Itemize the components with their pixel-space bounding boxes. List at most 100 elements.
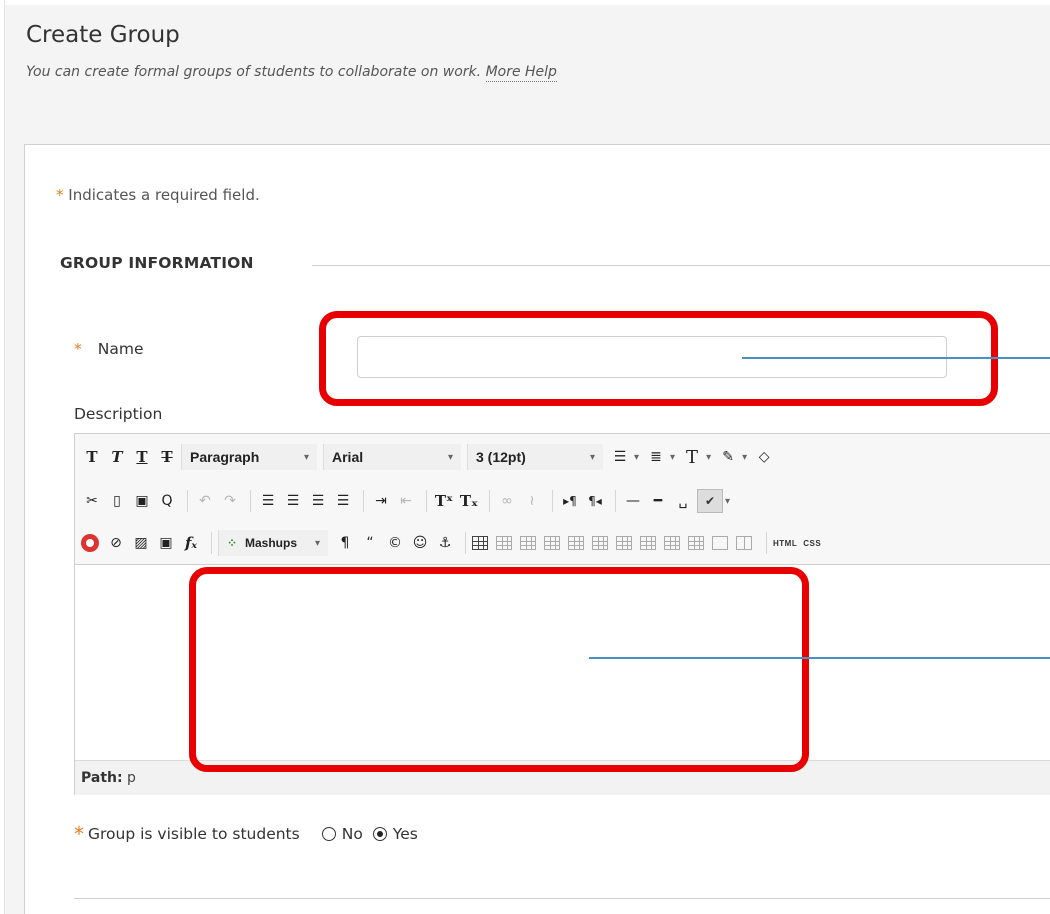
- toolbar-separator: [766, 532, 767, 554]
- section-divider: [312, 265, 1050, 266]
- css-button[interactable]: CSS: [803, 539, 821, 548]
- unordered-list-icon[interactable]: ☰: [609, 444, 631, 470]
- chevron-down-icon: ▾: [589, 451, 595, 463]
- visibility-yes-label[interactable]: Yes: [393, 825, 418, 843]
- table-merge-icon[interactable]: [664, 536, 680, 550]
- highlight-icon[interactable]: ✎: [717, 444, 739, 470]
- chevron-down-icon[interactable]: ▾: [634, 452, 639, 463]
- left-divider: [4, 0, 5, 914]
- strikethrough-icon[interactable]: T: [156, 444, 178, 470]
- anchor-icon[interactable]: ⚓: [434, 530, 456, 556]
- chevron-down-icon[interactable]: ▾: [742, 452, 747, 463]
- chevron-down-icon[interactable]: ▾: [706, 452, 711, 463]
- media-icon[interactable]: ▣: [155, 530, 177, 556]
- visibility-yes-radio[interactable]: [372, 827, 387, 841]
- visibility-no-radio[interactable]: [321, 827, 336, 841]
- toolbar-separator: [552, 490, 553, 512]
- toolbar-separator: [465, 532, 466, 554]
- copyright-icon[interactable]: ©: [384, 530, 406, 556]
- table-split-icon[interactable]: [640, 536, 656, 550]
- table-delete-row-icon[interactable]: [544, 536, 560, 550]
- nonbreaking-space-icon[interactable]: ␣: [672, 488, 694, 514]
- outdent-icon[interactable]: ⇤: [395, 488, 417, 514]
- align-right-icon[interactable]: ☰: [307, 488, 329, 514]
- chevron-down-icon[interactable]: ▾: [670, 452, 675, 463]
- chevron-down-icon: ▾: [303, 451, 309, 463]
- page-subtitle: You can create formal groups of students…: [26, 64, 557, 82]
- unlink-icon[interactable]: ≀: [521, 488, 543, 514]
- justify-icon[interactable]: ☰: [332, 488, 354, 514]
- font-select[interactable]: Arial ▾: [323, 444, 461, 470]
- bold-icon[interactable]: T: [81, 444, 103, 470]
- name-label-text: Name: [97, 340, 144, 358]
- thick-rule-icon[interactable]: ━: [647, 488, 669, 514]
- size-select[interactable]: 3 (12pt) ▾: [467, 444, 603, 470]
- redo-icon[interactable]: ↷: [219, 488, 241, 514]
- link-icon[interactable]: ∞: [496, 488, 518, 514]
- underline-icon[interactable]: T: [131, 444, 153, 470]
- cut-icon[interactable]: ✂: [81, 488, 103, 514]
- table-col-props-icon[interactable]: [736, 536, 752, 550]
- paragraph-icon[interactable]: ¶: [334, 530, 356, 556]
- table-cell-props-icon[interactable]: [688, 536, 704, 550]
- toolbar-separator: [250, 490, 251, 512]
- eraser-icon[interactable]: ◇: [753, 444, 775, 470]
- quote-icon[interactable]: “: [359, 530, 381, 556]
- math-icon[interactable]: fₓ: [180, 530, 202, 556]
- copy-icon[interactable]: ▯: [106, 488, 128, 514]
- attachment-icon[interactable]: ⊘: [105, 530, 127, 556]
- chevron-down-icon: ▾: [447, 451, 453, 463]
- mashups-select[interactable]: ⁘ Mashups ▾: [218, 530, 328, 556]
- clear-format-icon[interactable]: Tₓ: [458, 488, 480, 514]
- find-icon[interactable]: Q: [156, 488, 178, 514]
- table-row-before-icon[interactable]: [496, 536, 512, 550]
- page-title: Create Group: [26, 22, 180, 48]
- undo-icon[interactable]: ↶: [194, 488, 216, 514]
- html-button[interactable]: HTML: [773, 539, 797, 548]
- subtitle-text: You can create formal groups of students…: [26, 64, 482, 80]
- visibility-label: Group is visible to students: [88, 825, 300, 843]
- ltr-icon[interactable]: ▸¶: [559, 488, 581, 514]
- table-col-before-icon[interactable]: [568, 536, 584, 550]
- spellcheck-icon[interactable]: ✔: [697, 489, 723, 513]
- rtl-icon[interactable]: ¶◂: [584, 488, 606, 514]
- table-row-after-icon[interactable]: [520, 536, 536, 550]
- required-star-icon: *: [74, 340, 82, 358]
- toolbar-separator: [615, 490, 616, 512]
- table-delete-col-icon[interactable]: [616, 536, 632, 550]
- horizontal-rule-icon[interactable]: —: [622, 488, 644, 514]
- text-color-icon[interactable]: T: [681, 444, 703, 470]
- indent-icon[interactable]: ⇥: [370, 488, 392, 514]
- editor-toolbar: T T T T Paragraph ▾ Arial ▾ 3 (12pt) ▾ ☰ ▾ ≣…: [75, 434, 1050, 565]
- more-help-link[interactable]: More Help: [485, 64, 557, 82]
- table-row-props-icon[interactable]: [712, 536, 728, 550]
- required-note-text: Indicates a required field.: [63, 186, 260, 204]
- path-value[interactable]: p: [127, 770, 136, 786]
- toolbar-separator: [426, 490, 427, 512]
- font-select-value: Arial: [332, 449, 364, 465]
- table-icon[interactable]: [472, 536, 488, 550]
- visibility-no-label[interactable]: No: [342, 825, 363, 843]
- toolbar-row-2: ✂ ▯ ▣ Q ↶ ↷ ☰ ☰ ☰ ☰ ⇥ ⇤ Tˣ Tₓ ∞ ≀ ▸¶ ¶◂ …: [81, 484, 736, 518]
- youtube-icon[interactable]: [81, 534, 99, 552]
- image-icon[interactable]: ▨: [130, 530, 152, 556]
- description-label: Description: [74, 405, 163, 423]
- toolbar-separator: [187, 490, 188, 512]
- chevron-down-icon[interactable]: ▾: [725, 496, 730, 507]
- toolbar-row-3: ⊘ ▨ ▣ fₓ ⁘ Mashups ▾ ¶ “ © ☺ ⚓ HTML CSS: [81, 526, 827, 560]
- align-left-icon[interactable]: ☰: [257, 488, 279, 514]
- mashups-icon: ⁘: [227, 536, 238, 550]
- toolbar-separator: [211, 532, 212, 554]
- ordered-list-icon[interactable]: ≣: [645, 444, 667, 470]
- format-select[interactable]: Paragraph ▾: [181, 444, 317, 470]
- emoticon-icon[interactable]: ☺: [409, 530, 431, 556]
- superscript-icon[interactable]: Tˣ: [433, 488, 455, 514]
- name-callout-line: [742, 357, 1050, 359]
- visibility-row: * Group is visible to students No Yes: [74, 822, 418, 846]
- paste-icon[interactable]: ▣: [131, 488, 153, 514]
- italic-icon[interactable]: T: [106, 444, 128, 470]
- chevron-down-icon: ▾: [314, 537, 320, 549]
- table-col-after-icon[interactable]: [592, 536, 608, 550]
- toolbar-row-1: T T T T Paragraph ▾ Arial ▾ 3 (12pt) ▾ ☰ ▾ ≣…: [81, 440, 778, 474]
- align-center-icon[interactable]: ☰: [282, 488, 304, 514]
